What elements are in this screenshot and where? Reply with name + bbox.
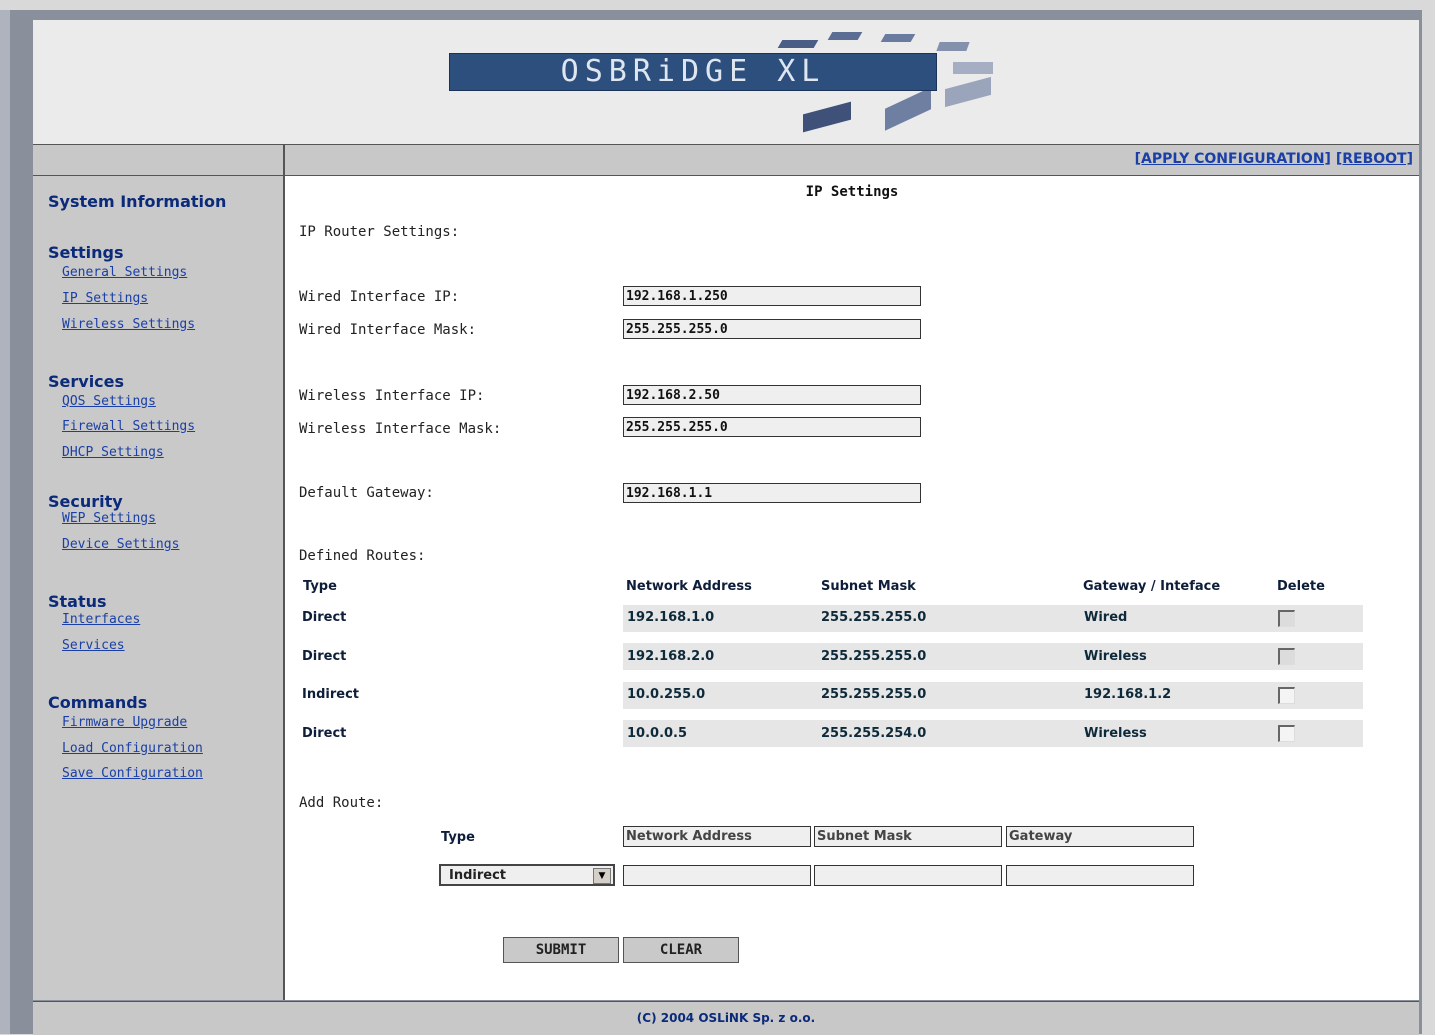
logo-shard — [945, 76, 991, 108]
routes-header-type: Type — [303, 579, 337, 594]
add-network-header-field[interactable] — [623, 826, 811, 847]
nav-heading-status: Status — [48, 592, 107, 611]
logo-shard — [803, 101, 851, 133]
sidebar-item-interfaces[interactable]: Interfaces — [62, 612, 140, 627]
top-toolbar: [APPLY CONFIGURATION] [REBOOT] — [33, 145, 1419, 176]
route-gateway: Wireless — [1084, 726, 1147, 741]
add-mask-header-field[interactable] — [814, 826, 1002, 847]
routes-header-delete: Delete — [1277, 579, 1325, 594]
route-mask: 255.255.255.0 — [821, 649, 927, 664]
header-banner: OSBRiDGE XL — [33, 20, 1419, 145]
nav-heading-security: Security — [48, 492, 123, 511]
chevron-down-icon[interactable]: ▼ — [593, 868, 611, 884]
sidebar-item-ip-settings[interactable]: IP Settings — [62, 291, 148, 306]
routes-header-network: Network Address — [626, 579, 752, 594]
wired-ip-label: Wired Interface IP: — [299, 289, 460, 305]
main-content: IP Settings IP Router Settings: Wired In… — [285, 176, 1419, 1000]
sidebar-nav: System Information Settings General Sett… — [33, 176, 285, 1000]
sidebar-item-wep-settings[interactable]: WEP Settings — [62, 511, 156, 526]
top-actions: [APPLY CONFIGURATION] [REBOOT] — [1135, 151, 1413, 167]
nav-system-information[interactable]: System Information — [48, 192, 226, 211]
route-delete-checkbox[interactable] — [1278, 648, 1295, 665]
route-network: 10.0.0.5 — [627, 726, 688, 741]
logo-text: OSBRiDGE XL — [560, 54, 826, 89]
router-settings-label: IP Router Settings: — [299, 224, 460, 240]
routes-header-gateway: Gateway / Inteface — [1083, 579, 1221, 594]
row-background — [623, 605, 1363, 632]
apply-configuration-link[interactable]: [APPLY CONFIGURATION] — [1135, 151, 1331, 167]
logo-shard — [885, 87, 931, 131]
sidebar-item-device-settings[interactable]: Device Settings — [62, 537, 179, 552]
window-left-stripe — [0, 10, 10, 1034]
route-network: 192.168.1.0 — [627, 610, 715, 625]
sidebar-item-services-status[interactable]: Services — [62, 638, 125, 653]
wireless-ip-input[interactable] — [623, 385, 921, 405]
route-type-select[interactable]: Indirect ▼ — [439, 864, 615, 886]
route-type: Direct — [302, 649, 347, 664]
logo-shard — [827, 32, 863, 40]
sidebar-item-dhcp-settings[interactable]: DHCP Settings — [62, 445, 164, 460]
route-type: Indirect — [302, 687, 360, 702]
sidebar-item-save-configuration[interactable]: Save Configuration — [62, 766, 203, 781]
sidebar-item-qos-settings[interactable]: QOS Settings — [62, 394, 156, 409]
route-mask: 255.255.255.0 — [821, 687, 927, 702]
wired-mask-label: Wired Interface Mask: — [299, 322, 477, 338]
nav-heading-commands: Commands — [48, 693, 148, 712]
add-route-label: Add Route: — [299, 795, 384, 811]
route-delete-checkbox[interactable] — [1278, 725, 1295, 742]
logo-shard — [936, 42, 970, 51]
route-gateway: 192.168.1.2 — [1084, 687, 1172, 702]
wired-mask-input[interactable] — [623, 319, 921, 339]
route-type-selected: Indirect — [449, 868, 507, 883]
submit-button[interactable]: SUBMIT — [503, 937, 619, 963]
wired-ip-input[interactable] — [623, 286, 921, 306]
route-mask: 255.255.255.0 — [821, 610, 927, 625]
add-route-type-label: Type — [441, 830, 475, 845]
route-network: 192.168.2.0 — [627, 649, 715, 664]
clear-button[interactable]: CLEAR — [623, 937, 739, 963]
route-type: Direct — [302, 610, 347, 625]
default-gateway-label: Default Gateway: — [299, 485, 434, 501]
network-address-input[interactable] — [623, 865, 811, 886]
page-title: IP Settings — [805, 184, 899, 200]
sidebar-item-wireless-settings[interactable]: Wireless Settings — [62, 317, 195, 332]
row-background — [623, 682, 1363, 709]
logo-shard — [777, 40, 819, 48]
route-network: 10.0.255.0 — [627, 687, 706, 702]
subnet-mask-input[interactable] — [814, 865, 1002, 886]
wireless-ip-label: Wireless Interface IP: — [299, 388, 485, 404]
nav-heading-services: Services — [48, 372, 125, 391]
gateway-input[interactable] — [1006, 865, 1194, 886]
route-type: Direct — [302, 726, 347, 741]
wireless-mask-input[interactable] — [623, 417, 921, 437]
logo-shard — [880, 34, 916, 42]
sidebar-item-load-configuration[interactable]: Load Configuration — [62, 741, 203, 756]
nav-heading-settings: Settings — [48, 243, 124, 262]
routes-header-mask: Subnet Mask — [821, 579, 916, 594]
footer-copyright: (C) 2004 OSLiNK Sp. z o.o. — [33, 1001, 1419, 1035]
route-delete-checkbox[interactable] — [1278, 610, 1295, 627]
reboot-link[interactable]: [REBOOT] — [1336, 151, 1413, 167]
sidebar-item-firmware-upgrade[interactable]: Firmware Upgrade — [62, 715, 187, 730]
route-gateway: Wireless — [1084, 649, 1147, 664]
add-gateway-header-field[interactable] — [1006, 826, 1194, 847]
route-delete-checkbox[interactable] — [1278, 687, 1295, 704]
route-gateway: Wired — [1084, 610, 1128, 625]
route-mask: 255.255.254.0 — [821, 726, 927, 741]
row-background — [623, 720, 1363, 747]
defined-routes-label: Defined Routes: — [299, 548, 426, 564]
row-background — [623, 643, 1363, 670]
logo: OSBRiDGE XL — [449, 53, 937, 91]
default-gateway-input[interactable] — [623, 483, 921, 503]
sidebar-item-general-settings[interactable]: General Settings — [62, 265, 187, 280]
wireless-mask-label: Wireless Interface Mask: — [299, 421, 502, 437]
toolbar-divider — [283, 145, 285, 175]
sidebar-item-firewall-settings[interactable]: Firewall Settings — [62, 419, 195, 434]
logo-shard — [953, 62, 993, 74]
